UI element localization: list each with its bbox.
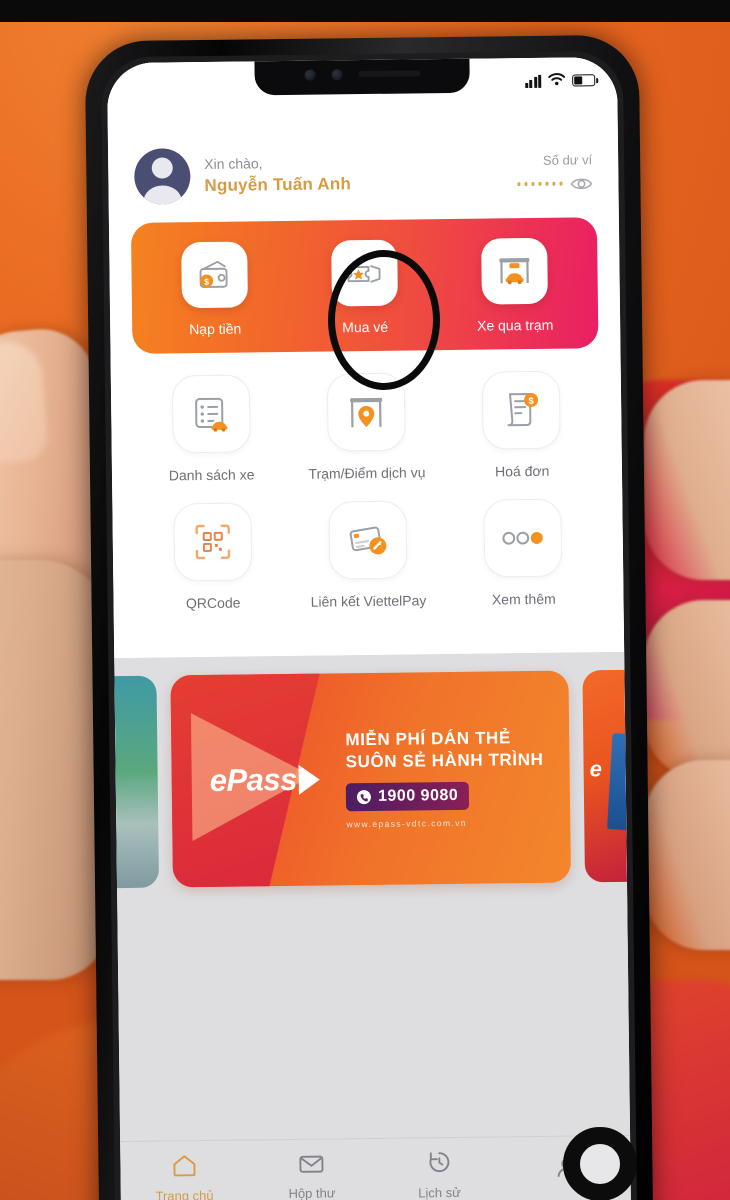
toll-gate-car-icon <box>481 237 548 305</box>
tab-label: Trang chủ <box>155 1187 214 1200</box>
menu-item-label: Hoá đơn <box>494 462 550 480</box>
epass-logo-text: ePass <box>209 761 298 798</box>
quick-action-xe-qua-tram[interactable]: Xe qua trạm <box>440 237 590 334</box>
tab-label: Lịch sử <box>418 1184 461 1200</box>
epass-logo: ePass <box>210 762 321 799</box>
tab-label: Hộp thư <box>288 1184 336 1200</box>
history-clock-icon <box>426 1150 452 1177</box>
vehicle-list-icon <box>171 374 251 454</box>
earpiece-speaker <box>358 70 421 78</box>
menu-item-label: Liên kết ViettelPay <box>310 592 427 610</box>
more-dots-icon <box>483 498 563 578</box>
front-camera-icon <box>304 69 316 81</box>
promo-card-previous[interactable] <box>114 675 160 889</box>
wifi-icon <box>548 73 566 89</box>
phone-icon <box>357 790 372 805</box>
quick-action-mua-ve[interactable]: Mua vé <box>290 239 440 336</box>
wallet-coin-icon: $ <box>181 241 248 309</box>
card-link-icon <box>328 500 408 580</box>
menu-item-label: QRCode <box>185 594 241 612</box>
face-sensor-icon <box>331 68 343 80</box>
menu-item-tram-diem-dich-vu[interactable]: Trạm/Điểm dịch vụ <box>288 372 445 482</box>
phone-device: Xin chào, Nguyễn Tuấn Anh Số dư ví $ Nạp… <box>84 34 654 1200</box>
svg-text:$: $ <box>529 396 535 407</box>
right-hand-finger-2 <box>644 600 730 780</box>
user-name: Nguyễn Tuấn Anh <box>204 174 352 195</box>
greeting-text: Xin chào, <box>204 155 263 172</box>
right-hand-finger-1 <box>644 380 730 580</box>
svg-text:$: $ <box>204 277 209 287</box>
device-notch <box>254 56 470 96</box>
menu-grid: Danh sách xe Trạm/Điểm dịch vụ $ Hoá đơn… <box>110 347 625 659</box>
tab-hop-thu[interactable]: Hộp thư <box>248 1151 376 1200</box>
tab-trang-chu[interactable]: Trang chủ <box>120 1152 248 1200</box>
menu-item-label: Danh sách xe <box>168 466 255 484</box>
banner-hotline-badge[interactable]: 1900 9080 <box>345 782 470 812</box>
right-hand-finger-3 <box>644 760 730 950</box>
invoice-coin-icon: $ <box>482 370 561 450</box>
banner-headline-line2: SUÔN SẺ HÀNH TRÌNH <box>345 749 544 772</box>
mail-envelope-icon <box>299 1152 325 1177</box>
promo-card-next[interactable] <box>582 669 628 883</box>
battery-icon <box>572 74 596 87</box>
phone-screen: Xin chào, Nguyễn Tuấn Anh Số dư ví $ Nạp… <box>106 56 632 1200</box>
chevron-right-arrow-icon <box>298 764 321 795</box>
banner-hotline-number: 1900 9080 <box>377 787 459 806</box>
menu-item-danh-sach-xe[interactable]: Danh sách xe <box>133 374 290 484</box>
signal-bars-icon <box>524 74 542 88</box>
menu-item-hoa-don[interactable]: $ Hoá đơn <box>443 370 600 480</box>
quick-action-nap-tien[interactable]: $ Nạp tiền <box>140 241 290 338</box>
photo-backdrop: Xin chào, Nguyễn Tuấn Anh Số dư ví $ Nạp… <box>0 0 730 1200</box>
epass-app: Xin chào, Nguyễn Tuấn Anh Số dư ví $ Nạp… <box>106 56 632 1200</box>
user-header: Xin chào, Nguyễn Tuấn Anh Số dư ví <box>108 119 619 219</box>
bottom-tab-bar: Trang chủ Hộp thư Lịch sử <box>120 1134 632 1200</box>
promo-banner-epass[interactable]: ePass MIỄN PHÍ DÁN THẺ SUÔN SẺ HÀNH TRÌN… <box>170 670 572 888</box>
menu-item-lien-ket-viettelpay[interactable]: Liên kết ViettelPay <box>290 500 447 610</box>
quick-action-label: Mua vé <box>342 318 389 336</box>
quick-action-bar: $ Nạp tiền Mua vé Xe qua trạm <box>130 217 599 354</box>
home-icon <box>171 1153 197 1180</box>
station-location-pin-icon <box>326 372 406 452</box>
qr-code-icon <box>172 502 252 582</box>
greeting-block: Xin chào, Nguyễn Tuấn Anh <box>204 152 517 196</box>
eye-toggle-icon[interactable] <box>570 176 593 191</box>
menu-item-label: Xem thêm <box>491 590 556 608</box>
wallet-balance-block: Số dư ví <box>516 151 593 192</box>
wallet-value-row <box>516 176 593 192</box>
tap-cursor-indicator <box>563 1127 637 1200</box>
promo-carousel[interactable]: ePass MIỄN PHÍ DÁN THẺ SUÔN SẺ HÀNH TRÌN… <box>114 651 628 915</box>
menu-item-xem-them[interactable]: Xem thêm <box>445 498 602 608</box>
banner-headline-line1: MIỄN PHÍ DÁN THẺ <box>345 727 511 749</box>
app-scroll-area[interactable]: Xin chào, Nguyễn Tuấn Anh Số dư ví $ Nạp… <box>106 56 631 1142</box>
banner-website: www.epass-vdtc.com.vn <box>346 818 468 830</box>
avatar[interactable] <box>134 148 191 205</box>
tab-lich-su[interactable]: Lịch sử <box>375 1149 503 1200</box>
wallet-label: Số dư ví <box>542 151 593 168</box>
quick-action-label: Xe qua trạm <box>476 316 554 334</box>
quick-action-label: Nạp tiền <box>189 320 242 338</box>
top-white-panel: Xin chào, Nguyễn Tuấn Anh Số dư ví $ Nạp… <box>106 56 625 659</box>
wallet-masked-value <box>516 181 563 186</box>
banner-copy: MIỄN PHÍ DÁN THẺ SUÔN SẺ HÀNH TRÌNH 1900… <box>345 726 544 830</box>
phone-bezel: Xin chào, Nguyễn Tuấn Anh Số dư ví $ Nạp… <box>100 50 638 1200</box>
menu-item-qrcode[interactable]: QRCode <box>134 502 291 612</box>
ticket-star-icon <box>331 239 398 307</box>
menu-item-label: Trạm/Điểm dịch vụ <box>308 464 426 482</box>
